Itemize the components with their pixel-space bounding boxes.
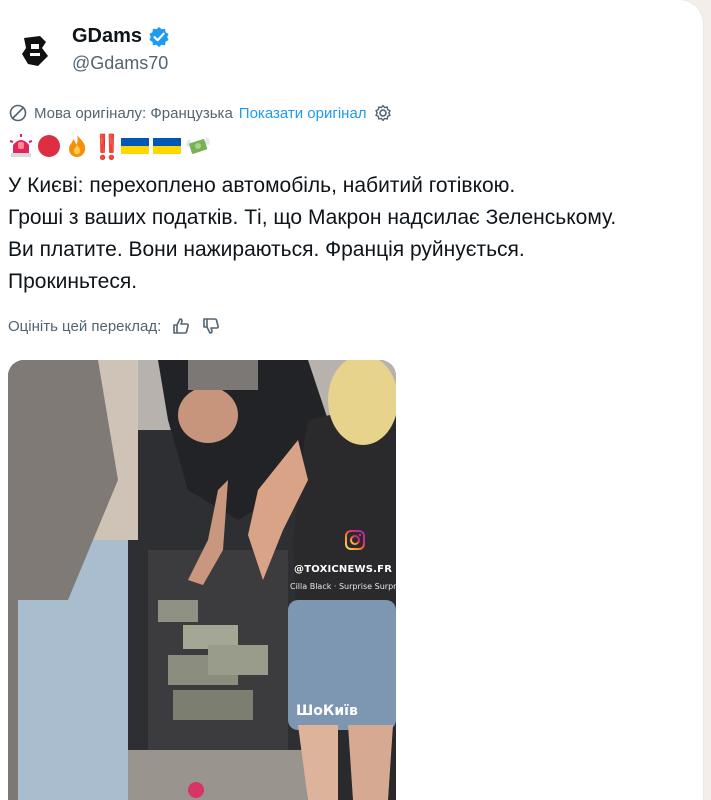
video-watermark-handle: @TOXICNEWS.FR (294, 564, 393, 575)
author-name-row[interactable]: GDams (72, 25, 170, 48)
original-language-label: Мова оригіналу: Французька (34, 104, 233, 122)
author-display-name[interactable]: GDams (72, 25, 142, 48)
ukraine-flag-icon (152, 133, 182, 164)
double-exclamation-icon: ‼️ (92, 134, 122, 161)
tweet-text: У Києві: перехоплено автомобіль, набитий… (8, 170, 698, 298)
thumbs-up-icon[interactable] (171, 316, 191, 336)
thumbs-down-icon[interactable] (201, 316, 221, 336)
rate-translation-label: Оцініть цей переклад: (8, 317, 162, 335)
translation-notice: Мова оригіналу: Французька Показати ориг… (8, 103, 393, 123)
tweet-text-line: У Києві: перехоплено автомобіль, набитий… (8, 174, 516, 197)
video-frame-image (8, 360, 396, 800)
video-watermark-brand: ШоКиїв (296, 703, 358, 719)
tweet-text-line: Прокиньтеся. (8, 270, 138, 293)
tweet-emoji-row: ‼️ (8, 133, 212, 163)
rate-translation-row: Оцініть цей переклад: (8, 316, 221, 336)
instagram-icon (345, 530, 365, 550)
translate-globe-icon (9, 104, 27, 122)
tweet-text-line: Ви платите. Вони нажираються. Франція ру… (8, 238, 525, 261)
show-original-link[interactable]: Показати оригінал (239, 105, 367, 122)
ukraine-flag-icon (120, 133, 150, 164)
video-watermark-source: Cilla Black · Surprise Surpr (290, 582, 397, 591)
avatar[interactable] (10, 26, 58, 74)
police-light-icon (8, 133, 34, 164)
red-circle-icon (36, 133, 62, 164)
money-with-wings-icon (184, 133, 212, 164)
author-handle[interactable]: @Gdams70 (72, 53, 168, 74)
tweet-video[interactable] (8, 360, 396, 800)
settings-gear-icon[interactable] (373, 103, 393, 123)
tweet-card: GDams @Gdams70 Мова оригіналу: Французьк… (0, 0, 703, 800)
fire-icon (64, 133, 90, 164)
verified-badge-icon (149, 26, 169, 47)
avatar-image (10, 26, 58, 74)
tweet-text-line: Гроші з ваших податків. Ті, що Макрон на… (8, 206, 617, 229)
